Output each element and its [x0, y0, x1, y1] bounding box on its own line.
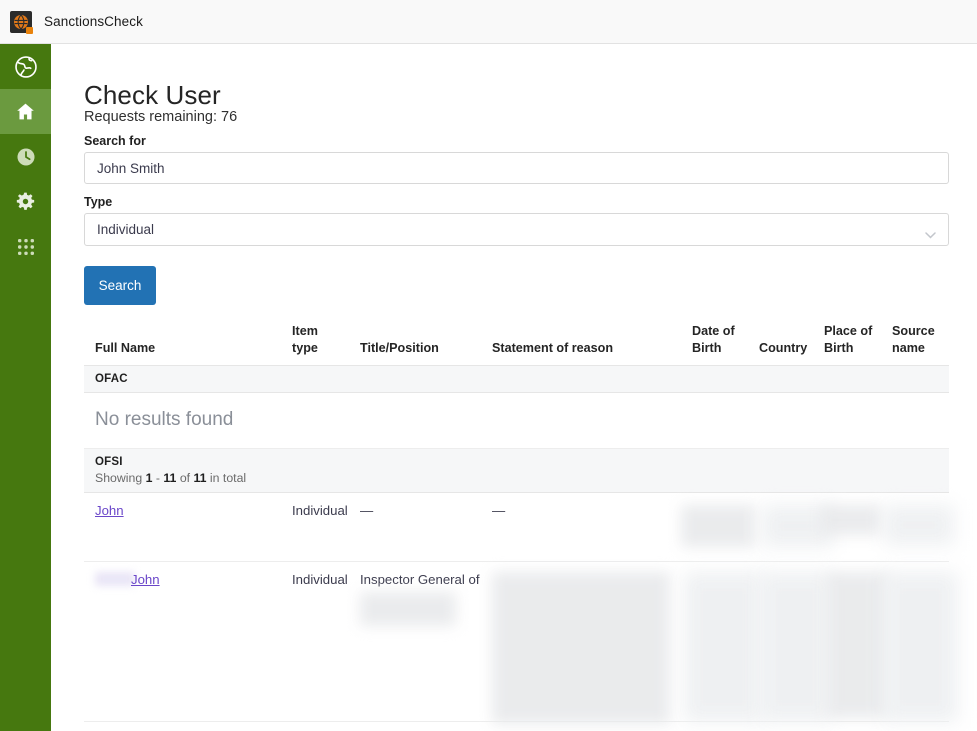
result-title-position: Inspector General of — [360, 572, 480, 587]
window-titlebar: SanctionsCheck — [0, 0, 977, 44]
sidebar — [0, 44, 51, 731]
result-item-type: Individual — [292, 503, 348, 518]
column-header-title-position: Title/Position — [360, 341, 439, 355]
type-field-label: Type — [84, 195, 113, 209]
column-header-country: Country — [759, 341, 808, 355]
source-name-ofac: OFAC — [95, 373, 128, 385]
redacted-place-of-birth — [826, 572, 890, 718]
column-header-source-name: Source name — [892, 324, 935, 355]
result-name-link[interactable]: John — [131, 571, 160, 589]
redacted-title-position-continued — [360, 592, 456, 626]
sidebar-item-globe[interactable] — [0, 44, 51, 89]
source-band-ofsi: OFSI Showing 1 - 11 of 11 in total — [84, 449, 949, 493]
app-icon-badge — [26, 26, 33, 34]
result-title-position: — — [360, 503, 374, 518]
result-item-type: Individual — [292, 572, 348, 587]
redacted-source-name — [884, 572, 958, 722]
redacted-name-prefix — [95, 572, 135, 586]
window-title: SanctionsCheck — [44, 14, 143, 29]
results-summary: Showing 1 - 11 of 11 in total — [95, 471, 247, 485]
redacted-place-of-birth — [820, 505, 882, 535]
sidebar-item-home[interactable] — [0, 89, 51, 134]
redacted-country — [760, 572, 832, 722]
column-header-item-type: Item type — [292, 324, 318, 355]
column-header-date-of-birth: Date of Birth — [692, 324, 735, 355]
result-statement-of-reason: — — [492, 503, 506, 518]
source-name-ofsi: OFSI — [95, 456, 123, 468]
redacted-source-name — [884, 505, 954, 545]
table-row: John Individual Inspector General of — [84, 562, 958, 724]
chevron-down-icon — [925, 226, 936, 239]
main-content: Check User Requests remaining: 76 Search… — [51, 44, 977, 731]
sidebar-item-history[interactable] — [0, 134, 51, 179]
table-header-row: Full Name Item type Title/Position State… — [84, 321, 949, 366]
results-table: Full Name Item type Title/Position State… — [84, 321, 958, 724]
sidebar-item-settings[interactable] — [0, 179, 51, 224]
requests-remaining-text: Requests remaining: 76 — [84, 109, 238, 125]
home-icon — [15, 101, 36, 122]
column-header-statement-of-reason: Statement of reason — [492, 341, 614, 355]
search-input[interactable] — [84, 152, 949, 184]
apps-grid-icon — [16, 237, 36, 257]
app-globe-icon — [10, 10, 33, 34]
search-button[interactable]: Search — [84, 266, 156, 305]
result-name-link[interactable]: John — [95, 502, 124, 520]
globe-icon — [13, 54, 39, 80]
redacted-statement-of-reason — [492, 572, 670, 724]
clock-icon — [15, 146, 37, 168]
sidebar-item-apps[interactable] — [0, 224, 51, 269]
redacted-date-of-birth — [684, 572, 764, 722]
page-title: Check User — [84, 80, 221, 110]
type-select-value: Individual — [97, 222, 155, 237]
table-row: John Individual — — — [84, 493, 954, 562]
source-band-ofac: OFAC — [84, 366, 949, 393]
column-header-full-name: Full Name — [95, 341, 156, 355]
search-field-label: Search for — [84, 134, 146, 148]
gear-icon — [15, 191, 36, 212]
redacted-date-of-birth — [681, 505, 756, 547]
column-header-place-of-birth: Place of Birth — [824, 324, 873, 355]
no-results-message: No results found — [84, 393, 949, 449]
type-select[interactable]: Individual — [84, 213, 949, 246]
